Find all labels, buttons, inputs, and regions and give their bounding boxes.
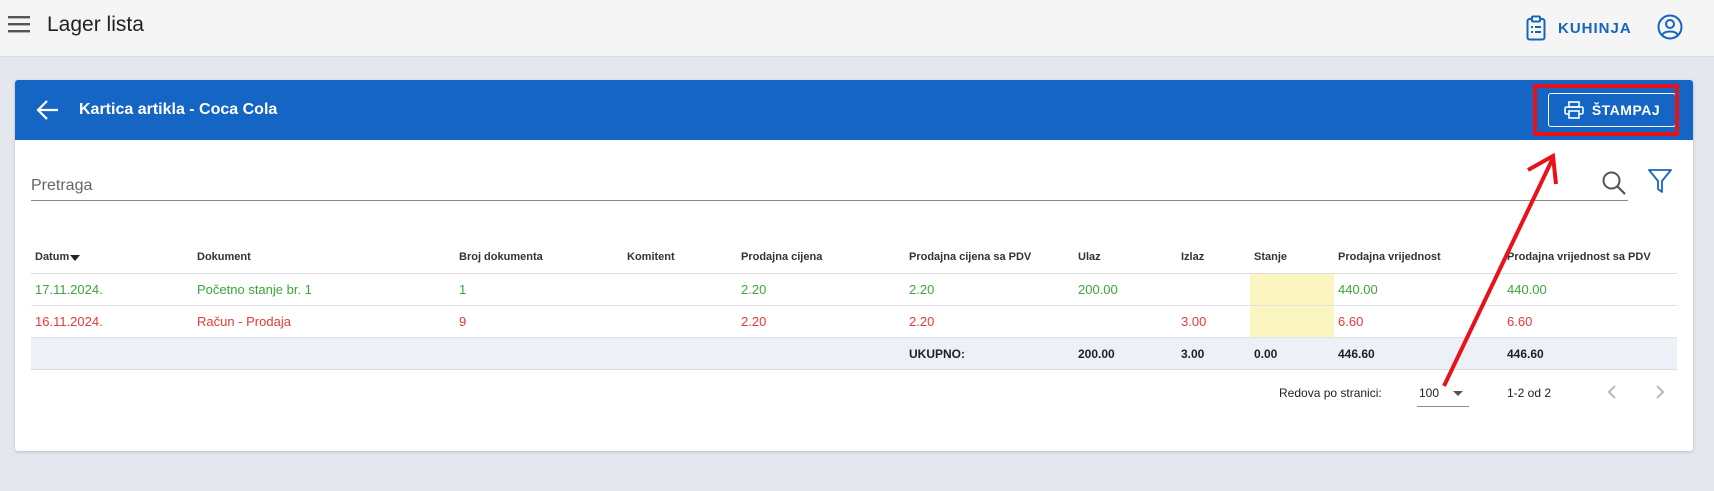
- cell-prodajna-vrijednost: 6.60: [1338, 314, 1364, 329]
- cell-ulaz: 200.00: [1078, 282, 1118, 297]
- total-ulaz: 200.00: [1078, 346, 1115, 361]
- page-range: 1-2 od 2: [1507, 386, 1552, 400]
- column-header-komitent[interactable]: Komitent: [627, 240, 675, 273]
- app-bar: Lager lista KUHINJA: [0, 0, 1714, 57]
- search-input[interactable]: [31, 172, 1591, 200]
- column-header-dokument[interactable]: Dokument: [197, 240, 251, 273]
- column-header-prodajna-cijena-pdv[interactable]: Prodajna cijena sa PDV: [909, 240, 1031, 273]
- cell-izlaz: 3.00: [1181, 314, 1207, 329]
- total-label: UKUPNO:: [909, 346, 965, 361]
- column-header-prodajna-cijena[interactable]: Prodajna cijena: [741, 240, 822, 273]
- rows-per-page-value: 100: [1419, 386, 1440, 400]
- cell-prodajna-cijena: 2.20: [741, 282, 767, 297]
- cell-prodajna-vrijednost-pdv: 6.60: [1507, 314, 1533, 329]
- total-prodajna-vrijednost-pdv: 446.60: [1507, 346, 1544, 361]
- column-header-ulaz[interactable]: Ulaz: [1078, 240, 1101, 273]
- cell-dokument: Početno stanje br. 1: [197, 282, 312, 297]
- clipboard-icon: [1526, 15, 1546, 41]
- search-field: [31, 172, 1628, 201]
- table-row[interactable]: 16.11.2024. Račun - Prodaja 9 2.20 2.20 …: [31, 306, 1677, 338]
- arrow-back-icon[interactable]: [35, 97, 61, 128]
- pagination: Redova po stranici: 100 1-2 od 2: [15, 378, 1693, 408]
- table-row[interactable]: 17.11.2024. Početno stanje br. 1 1 2.20 …: [31, 274, 1677, 306]
- column-header-stanje[interactable]: Stanje: [1254, 240, 1287, 273]
- cell-datum: 17.11.2024.: [35, 282, 103, 297]
- cell-prodajna-cijena: 2.20: [741, 314, 767, 329]
- rows-per-page-label: Redova po stranici:: [1279, 386, 1382, 400]
- table-header-row: Datum Dokument Broj dokumenta Komitent P…: [31, 240, 1677, 274]
- printer-icon: [1564, 101, 1584, 119]
- filter-icon[interactable]: [1647, 167, 1673, 200]
- total-izlaz: 3.00: [1181, 346, 1205, 361]
- column-header-datum[interactable]: Datum: [35, 240, 81, 273]
- kitchen-button[interactable]: KUHINJA: [1526, 14, 1632, 42]
- item-history-table: Datum Dokument Broj dokumenta Komitent P…: [31, 240, 1677, 370]
- cell-broj-dokumenta: 1: [459, 282, 467, 297]
- cell-prodajna-cijena-pdv: 2.20: [909, 314, 935, 329]
- card-title: Kartica artikla - Coca Cola: [79, 101, 278, 118]
- column-header-prodajna-vrijednost-pdv[interactable]: Prodajna vrijednost sa PDV: [1507, 240, 1651, 273]
- cell-prodajna-vrijednost: 440.00: [1338, 282, 1378, 297]
- total-prodajna-vrijednost: 446.60: [1338, 346, 1375, 361]
- column-header-izlaz[interactable]: Izlaz: [1181, 240, 1204, 273]
- caret-down-icon: [1453, 391, 1463, 396]
- chevron-left-icon[interactable]: [1605, 383, 1621, 404]
- account-circle-icon[interactable]: [1656, 13, 1684, 46]
- kitchen-label: KUHINJA: [1558, 19, 1632, 37]
- total-row: UKUPNO: 200.00 3.00 0.00 446.60 446.60: [31, 338, 1677, 370]
- cell-prodajna-vrijednost-pdv: 440.00: [1507, 282, 1547, 297]
- stanje-cell: [1250, 274, 1334, 305]
- column-header-prodajna-vrijednost[interactable]: Prodajna vrijednost: [1338, 240, 1441, 273]
- column-header-broj-dokumenta[interactable]: Broj dokumenta: [459, 240, 543, 273]
- cell-datum: 16.11.2024.: [35, 314, 103, 329]
- card-header: Kartica artikla - Coca Cola ŠTAMPAJ: [15, 80, 1693, 140]
- sort-desc-icon[interactable]: [70, 255, 81, 261]
- total-stanje: 0.00: [1254, 346, 1278, 361]
- print-button[interactable]: ŠTAMPAJ: [1548, 93, 1676, 127]
- hamburger-menu-icon[interactable]: [8, 14, 34, 38]
- print-label: ŠTAMPAJ: [1591, 102, 1661, 118]
- stanje-cell: [1250, 306, 1334, 337]
- item-card: Kartica artikla - Coca Cola ŠTAMPAJ Datu…: [15, 80, 1693, 451]
- search-icon[interactable]: [1601, 170, 1627, 201]
- page-title: Lager lista: [47, 13, 144, 36]
- cell-broj-dokumenta: 9: [459, 314, 467, 329]
- rows-per-page-select[interactable]: 100: [1417, 380, 1469, 407]
- chevron-right-icon[interactable]: [1651, 383, 1667, 404]
- cell-prodajna-cijena-pdv: 2.20: [909, 282, 935, 297]
- cell-dokument: Račun - Prodaja: [197, 314, 291, 329]
